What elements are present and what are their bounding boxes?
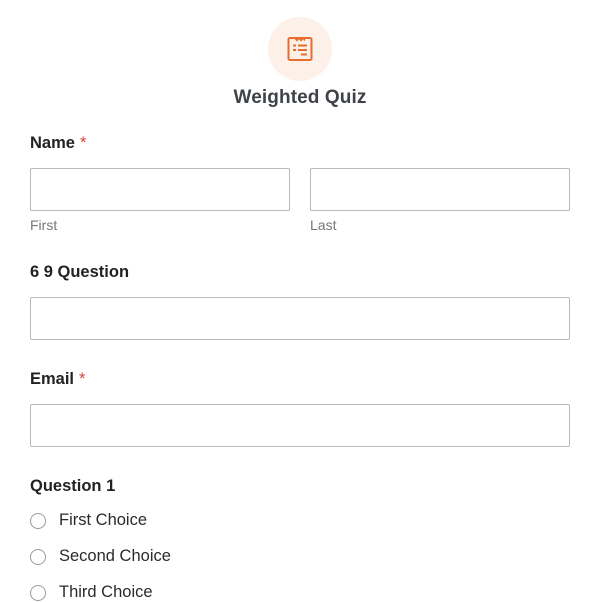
radio-button[interactable] xyxy=(30,512,46,529)
question-69-label: 6 9 Question xyxy=(30,263,130,281)
email-label: Email * xyxy=(30,370,85,389)
radio-button[interactable] xyxy=(30,548,46,565)
last-name-input[interactable] xyxy=(310,168,570,211)
choice-option[interactable]: Second Choice xyxy=(30,547,171,566)
required-marker: * xyxy=(79,370,86,388)
question-1-label: Question 1 xyxy=(30,477,116,495)
name-label: Name * xyxy=(30,134,86,153)
required-marker: * xyxy=(79,134,87,152)
choice-label[interactable]: First Choice xyxy=(59,511,147,530)
choice-label[interactable]: Third Choice xyxy=(59,583,153,602)
first-name-sublabel: First xyxy=(30,217,58,233)
form-title: Weighted Quiz xyxy=(233,87,367,108)
question-69-input[interactable] xyxy=(30,297,570,340)
first-name-input[interactable] xyxy=(30,168,290,211)
email-label-text: Email xyxy=(30,370,75,388)
radio-button[interactable] xyxy=(30,584,46,601)
form-list-icon xyxy=(287,36,313,61)
name-label-text: Name xyxy=(30,134,75,152)
last-name-sublabel: Last xyxy=(310,217,337,233)
choice-option[interactable]: First Choice xyxy=(30,511,147,530)
email-input[interactable] xyxy=(30,404,570,447)
choice-option[interactable]: Third Choice xyxy=(30,583,153,602)
choice-label[interactable]: Second Choice xyxy=(59,547,171,566)
form-icon-badge xyxy=(268,17,332,81)
